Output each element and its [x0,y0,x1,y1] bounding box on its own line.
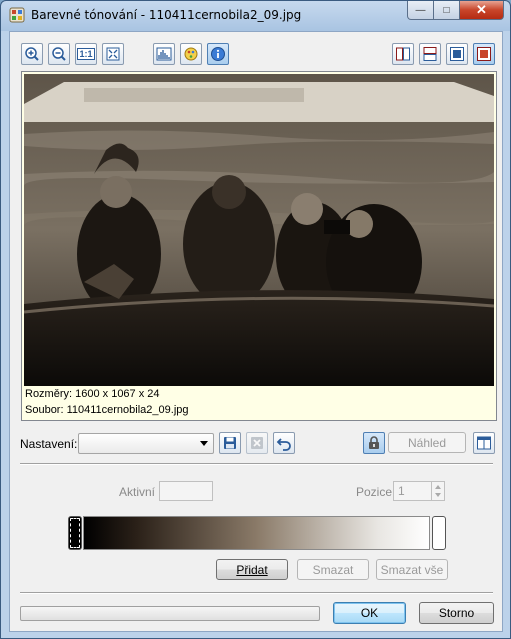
split-horizontal-button[interactable] [419,43,441,65]
zoom-out-icon [52,47,66,61]
delete-button-label: Smazat [312,562,354,577]
position-value: 1 [398,484,405,498]
ok-button-label: OK [360,606,379,620]
ok-button[interactable]: OK [333,602,406,624]
active-label: Aktivní [119,485,156,499]
layout-toggle-button[interactable] [473,432,495,454]
color-palette-button[interactable] [180,43,202,65]
split-vertical-button[interactable] [392,43,414,65]
original-view-button[interactable] [473,43,495,65]
progress-bar [20,606,320,621]
cancel-button[interactable]: Storno [419,602,494,624]
single-view-icon [450,47,464,61]
add-button[interactable]: Přidat [216,559,288,580]
tone-gradient-bar[interactable] [83,516,430,550]
dialog-window: Barevné tónování - 110411cernobila2_09.j… [0,0,511,639]
color-palette-icon [184,47,198,61]
preview-button-label: Náhled [407,435,447,450]
maximize-icon: □ [443,4,450,16]
close-icon: ✕ [476,2,487,17]
zoom-in-icon [25,47,39,61]
info-button[interactable] [207,43,229,65]
delete-button[interactable]: Smazat [297,559,369,580]
minimize-button[interactable]: — [407,1,434,20]
dialog-client-area: 1:1 Rozměry: 1600 x 1067 x 24 Soubor: 11… [9,31,503,632]
zoom-in-button[interactable] [21,43,43,65]
zoom-out-button[interactable] [48,43,70,65]
image-preview-panel: Rozměry: 1600 x 1067 x 24 Soubor: 110411… [21,71,497,421]
minimize-icon: — [415,4,426,16]
separator-line-bottom [20,592,493,594]
position-label: Pozice [356,485,393,499]
image-filename: Soubor: 110411cernobila2_09.jpg [25,404,189,416]
fit-to-window-icon [106,47,120,61]
actual-size-icon: 1:1 [77,48,95,60]
separator-line [20,463,493,465]
undo-button[interactable] [273,432,295,454]
delete-settings-icon [251,437,263,449]
single-view-button[interactable] [446,43,468,65]
preview-button[interactable]: Náhled [388,432,466,453]
delete-all-button[interactable]: Smazat vše [376,559,448,580]
image-dimensions: Rozměry: 1600 x 1067 x 24 [25,388,160,400]
title-bar[interactable]: Barevné tónování - 110411cernobila2_09.j… [1,1,510,31]
actual-size-button[interactable]: 1:1 [75,43,97,65]
original-view-icon [477,47,491,61]
preview-image[interactable] [24,74,494,386]
cancel-button-label: Storno [438,606,475,620]
histogram-icon [156,47,172,61]
histogram-button[interactable] [153,43,175,65]
fit-to-window-button[interactable] [102,43,124,65]
save-icon [224,437,236,449]
gradient-stop-handle-white[interactable] [432,516,446,550]
maximize-button[interactable]: □ [434,1,460,20]
delete-all-button-label: Smazat vše [380,562,444,577]
lock-preview-button[interactable] [363,432,385,454]
close-button[interactable]: ✕ [460,1,504,20]
app-icon [9,7,25,23]
undo-icon [276,438,291,451]
split-vertical-icon [396,47,410,61]
preview-photo-graphic [24,74,494,386]
delete-settings-button[interactable] [246,432,268,454]
settings-label: Nastavení: [20,437,78,451]
split-horizontal-icon [423,47,437,61]
settings-combobox[interactable] [78,433,214,454]
add-button-label: Přidat [236,562,268,577]
layout-icon [477,436,491,450]
spin-arrows-icon[interactable] [431,482,444,500]
save-settings-button[interactable] [219,432,241,454]
position-spinbox[interactable]: 1 [393,481,445,501]
info-icon [211,47,225,61]
gradient-stop-handle-black[interactable] [68,516,82,550]
lock-icon [369,436,379,449]
window-title: Barevné tónování - 110411cernobila2_09.j… [31,8,302,22]
active-color-field[interactable] [159,481,213,501]
chevron-down-icon [200,441,208,446]
